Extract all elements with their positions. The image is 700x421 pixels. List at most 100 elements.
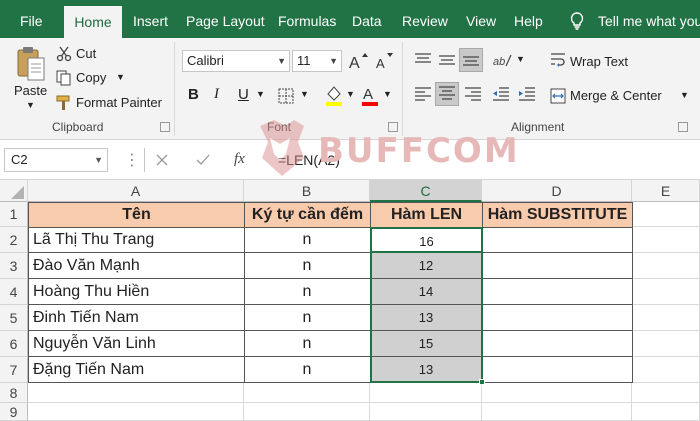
format-painter-button[interactable]: Format Painter — [76, 95, 162, 110]
name-cell[interactable]: Đào Văn Mạnh — [28, 253, 245, 279]
font-size-combo[interactable]: 11 ▼ — [292, 50, 342, 72]
column-header-b[interactable]: B — [244, 180, 370, 202]
tab-help[interactable]: Help — [514, 0, 543, 38]
fill-color-dropdown-icon[interactable]: ▼ — [346, 89, 355, 99]
header-cell-ham-len[interactable]: Hàm LEN — [370, 202, 483, 228]
align-middle-icon[interactable] — [438, 52, 456, 68]
column-header-e[interactable]: E — [632, 180, 700, 202]
borders-icon[interactable] — [278, 88, 294, 104]
column-header-a[interactable]: A — [28, 180, 244, 202]
merge-center-icon[interactable] — [550, 88, 566, 104]
row-header-8[interactable]: 8 — [0, 383, 28, 403]
row-header-6[interactable]: 6 — [0, 331, 28, 357]
select-all-corner[interactable] — [0, 180, 28, 202]
char-cell[interactable]: n — [244, 357, 371, 383]
copy-icon[interactable] — [56, 70, 72, 86]
cell-b8[interactable] — [244, 383, 370, 403]
substitute-cell[interactable] — [482, 227, 633, 253]
wrap-text-button[interactable]: Wrap Text — [570, 54, 628, 69]
tab-file[interactable]: File — [20, 0, 43, 38]
column-header-c[interactable]: C — [370, 180, 482, 202]
header-cell-ky-tu[interactable]: Ký tự cần đếm — [244, 202, 371, 228]
row-header-9[interactable]: 9 — [0, 403, 28, 421]
header-cell-ten[interactable]: Tên — [28, 202, 245, 228]
cell-c8[interactable] — [370, 383, 482, 403]
align-center-button[interactable] — [435, 82, 459, 106]
wrap-text-icon[interactable] — [550, 52, 566, 68]
substitute-cell[interactable] — [482, 279, 633, 305]
name-cell[interactable]: Đinh Tiến Nam — [28, 305, 245, 331]
substitute-cell[interactable] — [482, 331, 633, 357]
increase-font-size-button[interactable]: A — [346, 49, 370, 73]
row-header-5[interactable]: 5 — [0, 305, 28, 331]
paste-button[interactable] — [16, 46, 46, 85]
cut-icon[interactable] — [56, 46, 72, 62]
cell-e2[interactable] — [632, 227, 700, 253]
char-cell[interactable]: n — [244, 305, 371, 331]
decrease-indent-icon[interactable] — [492, 86, 510, 102]
bold-button[interactable]: B — [188, 86, 199, 103]
clipboard-launcher-icon[interactable] — [160, 122, 170, 132]
len-cell[interactable]: 13 — [370, 357, 483, 383]
cut-button[interactable]: Cut — [76, 46, 96, 61]
char-cell[interactable]: n — [244, 253, 371, 279]
enter-formula-icon[interactable] — [196, 154, 210, 166]
align-top-icon[interactable] — [414, 52, 432, 68]
insert-function-button[interactable]: fx — [234, 151, 245, 168]
cell-a9[interactable] — [28, 403, 244, 421]
cell-d9[interactable] — [482, 403, 632, 421]
tab-data[interactable]: Data — [352, 0, 382, 38]
merge-center-dropdown-icon[interactable]: ▼ — [680, 90, 689, 100]
align-right-icon[interactable] — [464, 86, 482, 102]
row-header-7[interactable]: 7 — [0, 357, 28, 383]
char-cell[interactable]: n — [244, 331, 371, 357]
tab-page-layout[interactable]: Page Layout — [186, 0, 265, 38]
cell-b9[interactable] — [244, 403, 370, 421]
format-painter-icon[interactable] — [56, 95, 72, 111]
merge-center-button[interactable]: Merge & Center — [570, 88, 662, 103]
row-header-1[interactable]: 1 — [0, 202, 28, 227]
decrease-font-size-button[interactable]: A — [372, 49, 396, 73]
len-cell[interactable]: 13 — [370, 305, 483, 331]
len-cell[interactable]: 12 — [370, 253, 483, 279]
row-header-2[interactable]: 2 — [0, 227, 28, 253]
copy-button[interactable]: Copy — [76, 70, 106, 85]
cell-e8[interactable] — [632, 383, 700, 403]
alignment-launcher-icon[interactable] — [678, 122, 688, 132]
len-cell-active[interactable]: 16 — [370, 227, 483, 253]
cell-c9[interactable] — [370, 403, 482, 421]
tab-insert[interactable]: Insert — [133, 0, 168, 38]
cell-e1[interactable] — [632, 202, 700, 227]
underline-button[interactable]: U — [238, 86, 249, 103]
paste-dropdown-icon[interactable]: ▼ — [26, 100, 35, 110]
name-box[interactable]: C2 ▼ — [4, 148, 108, 172]
name-cell[interactable]: Lã Thị Thu Trang — [28, 227, 245, 253]
cell-e6[interactable] — [632, 331, 700, 357]
cell-a8[interactable] — [28, 383, 244, 403]
cell-e9[interactable] — [632, 403, 700, 421]
spreadsheet-grid[interactable]: A B C D E 1 2 3 4 5 6 7 8 9 Tên Ký tự cầ… — [0, 180, 700, 421]
tab-home[interactable]: Home — [64, 6, 122, 38]
cell-e3[interactable] — [632, 253, 700, 279]
fill-handle[interactable] — [479, 379, 485, 385]
name-cell[interactable]: Nguyễn Văn Linh — [28, 331, 245, 357]
cell-e7[interactable] — [632, 357, 700, 383]
borders-dropdown-icon[interactable]: ▼ — [300, 89, 309, 99]
font-color-dropdown-icon[interactable]: ▼ — [383, 89, 392, 99]
header-cell-ham-substitute[interactable]: Hàm SUBSTITUTE — [482, 202, 633, 228]
substitute-cell[interactable] — [482, 305, 633, 331]
substitute-cell[interactable] — [482, 357, 633, 383]
substitute-cell[interactable] — [482, 253, 633, 279]
increase-indent-icon[interactable] — [518, 86, 536, 102]
align-bottom-button[interactable] — [459, 48, 483, 72]
italic-button[interactable]: I — [214, 86, 219, 103]
name-cell[interactable]: Đặng Tiến Nam — [28, 357, 245, 383]
row-header-4[interactable]: 4 — [0, 279, 28, 305]
len-cell[interactable]: 15 — [370, 331, 483, 357]
copy-dropdown-icon[interactable]: ▼ — [116, 72, 125, 82]
row-header-3[interactable]: 3 — [0, 253, 28, 279]
len-cell[interactable]: 14 — [370, 279, 483, 305]
cell-e5[interactable] — [632, 305, 700, 331]
orientation-icon[interactable]: ab — [492, 52, 512, 68]
cell-e4[interactable] — [632, 279, 700, 305]
